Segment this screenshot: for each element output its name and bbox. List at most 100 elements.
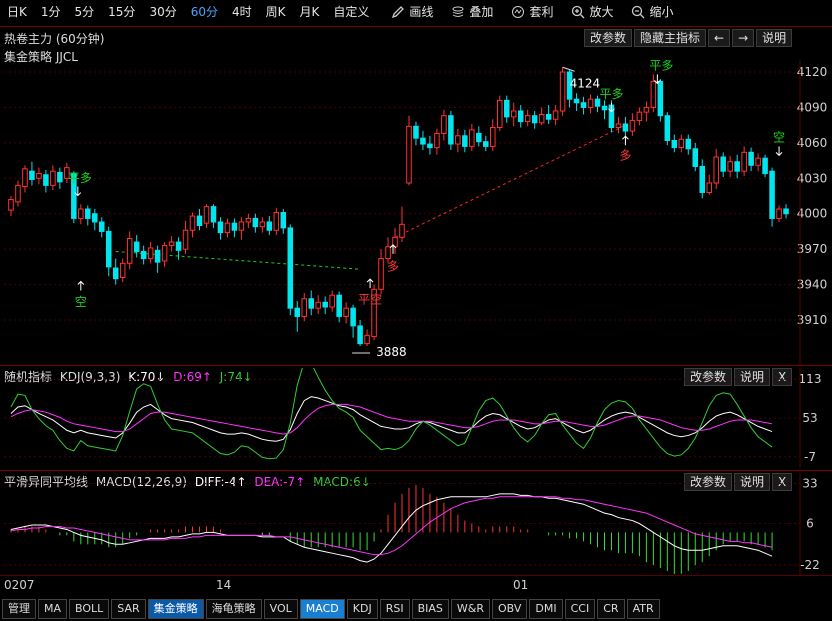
period-tab[interactable]: 月K <box>293 0 327 24</box>
period-tab[interactable]: 5分 <box>68 0 102 24</box>
candle-body <box>476 132 482 143</box>
period-tab[interactable]: 日K <box>0 0 34 24</box>
draw-line-label: 画线 <box>409 5 434 19</box>
period-tab[interactable]: 自定义 <box>326 0 376 24</box>
candle-body <box>196 215 203 227</box>
indicator-tab[interactable]: 管理 <box>2 599 36 619</box>
y-axis-tick-label: 3910 <box>797 313 828 327</box>
x-axis-label: 14 <box>216 578 232 592</box>
draw-line-button[interactable]: 画线 <box>382 0 442 24</box>
period-list: 日K 1分 5分 15分 30分 60分 4时 周K 月K 自定义 <box>0 0 376 24</box>
y-axis-tick-label: -7 <box>804 450 816 464</box>
separator <box>0 575 832 576</box>
candle-body <box>420 137 426 145</box>
period-tab[interactable]: 1分 <box>34 0 68 24</box>
indicator-tab[interactable]: 集金策略 <box>147 599 204 619</box>
indicator-tab[interactable]: SAR <box>111 599 146 619</box>
candle-body <box>119 262 126 278</box>
indicator-tab[interactable]: RSI <box>379 599 410 619</box>
y-axis-tick-label: 113 <box>799 372 822 386</box>
candle-body <box>336 294 342 317</box>
indicator-tab[interactable]: MACD <box>299 599 345 619</box>
candle-body <box>503 99 510 118</box>
candle-body <box>629 119 636 132</box>
arbitrage-label: 套利 <box>529 5 554 19</box>
indicator-tab[interactable]: W&R <box>450 599 490 619</box>
candle-body <box>706 182 712 193</box>
macd-chart[interactable]: 33 6 -22 <box>0 473 832 575</box>
indicator-tab[interactable]: CR <box>597 599 625 619</box>
candle-body <box>280 212 287 229</box>
period-tab[interactable]: 30分 <box>142 0 183 24</box>
indicator-tab[interactable]: BOLL <box>69 599 110 619</box>
period-toolbar: 日K 1分 5分 15分 30分 60分 4时 周K 月K 自定义 画线 叠加 套利 放大 缩小 <box>0 0 832 24</box>
indicator-tab[interactable]: MA <box>38 599 68 619</box>
candle-body <box>538 114 545 124</box>
change-params-button[interactable]: 改参数 <box>584 29 633 47</box>
candle-body <box>29 170 35 180</box>
candle-body <box>252 217 259 228</box>
y-axis-tick-label: 3940 <box>797 278 828 292</box>
indicator-tab[interactable]: OBV <box>492 599 528 619</box>
candle-body <box>85 208 91 219</box>
candle-body <box>189 215 196 231</box>
overlay-label: 叠加 <box>469 5 494 19</box>
candle-body <box>434 132 440 149</box>
candle-body <box>294 307 301 317</box>
candle-body <box>517 110 524 123</box>
separator <box>0 26 832 27</box>
zoom-in-button[interactable]: 放大 <box>562 0 622 24</box>
indicator-tab[interactable]: CCI <box>564 599 596 619</box>
candle-body <box>692 148 699 167</box>
candle-body <box>462 135 468 147</box>
candle-body <box>112 267 119 280</box>
period-tab[interactable]: 15分 <box>101 0 142 24</box>
candle-body <box>154 249 161 263</box>
hide-main-indicator-button[interactable]: 隐藏主指标 <box>634 29 707 47</box>
signal-long-label: 多 <box>619 148 631 162</box>
y-axis-tick-label: 33 <box>802 476 817 490</box>
candle-body <box>217 221 224 234</box>
candle-body <box>413 125 419 139</box>
candle-body <box>636 111 643 121</box>
candle-body <box>364 334 370 345</box>
indicator-tab[interactable]: KDJ <box>346 599 378 619</box>
candle-body <box>287 227 294 309</box>
candlestick-chart[interactable]: 4120 4090 4060 4030 4000 3970 3940 3910 4124 3888… <box>0 60 832 365</box>
help-button[interactable]: 说明 <box>756 29 793 47</box>
candle-body <box>175 241 182 251</box>
candle-body <box>545 114 552 120</box>
candle-body <box>657 80 664 117</box>
indicator-tab[interactable]: VOL <box>263 599 298 619</box>
candle-body <box>15 184 21 203</box>
candle-body <box>552 110 559 120</box>
candle-body <box>762 157 768 175</box>
layers-icon <box>452 6 464 17</box>
scroll-left-button[interactable]: ← <box>708 29 731 47</box>
indicator-tab[interactable]: 海龟策略 <box>205 599 262 619</box>
candle-body <box>685 138 692 150</box>
period-tab[interactable]: 周K <box>259 0 293 24</box>
arbitrage-button[interactable]: 套利 <box>502 0 562 24</box>
kdj-chart[interactable]: 113 53 -7 <box>0 368 832 468</box>
indicator-tab[interactable]: ATR <box>626 599 660 619</box>
y-axis-tick-label: 4090 <box>797 100 828 114</box>
candle-body <box>343 307 349 317</box>
period-tab[interactable]: 60分 <box>184 0 225 24</box>
y-axis-tick-label: 4060 <box>797 136 828 150</box>
candle-body <box>266 221 273 231</box>
up-arrow-icon <box>622 135 629 146</box>
indicator-tab[interactable]: BIAS <box>411 599 449 619</box>
candle-body <box>524 115 531 123</box>
zoom-out-button[interactable]: 缩小 <box>622 0 682 24</box>
candle-body <box>643 106 650 113</box>
indicator-tab[interactable]: DMI <box>529 599 563 619</box>
candle-body <box>22 168 28 188</box>
overlay-button[interactable]: 叠加 <box>442 0 502 24</box>
candle-body <box>315 301 321 309</box>
candle-body <box>671 139 678 149</box>
candle-body <box>755 157 761 166</box>
macd-dea-line <box>10 496 773 556</box>
period-tab[interactable]: 4时 <box>225 0 259 24</box>
scroll-right-button[interactable]: → <box>732 29 755 47</box>
